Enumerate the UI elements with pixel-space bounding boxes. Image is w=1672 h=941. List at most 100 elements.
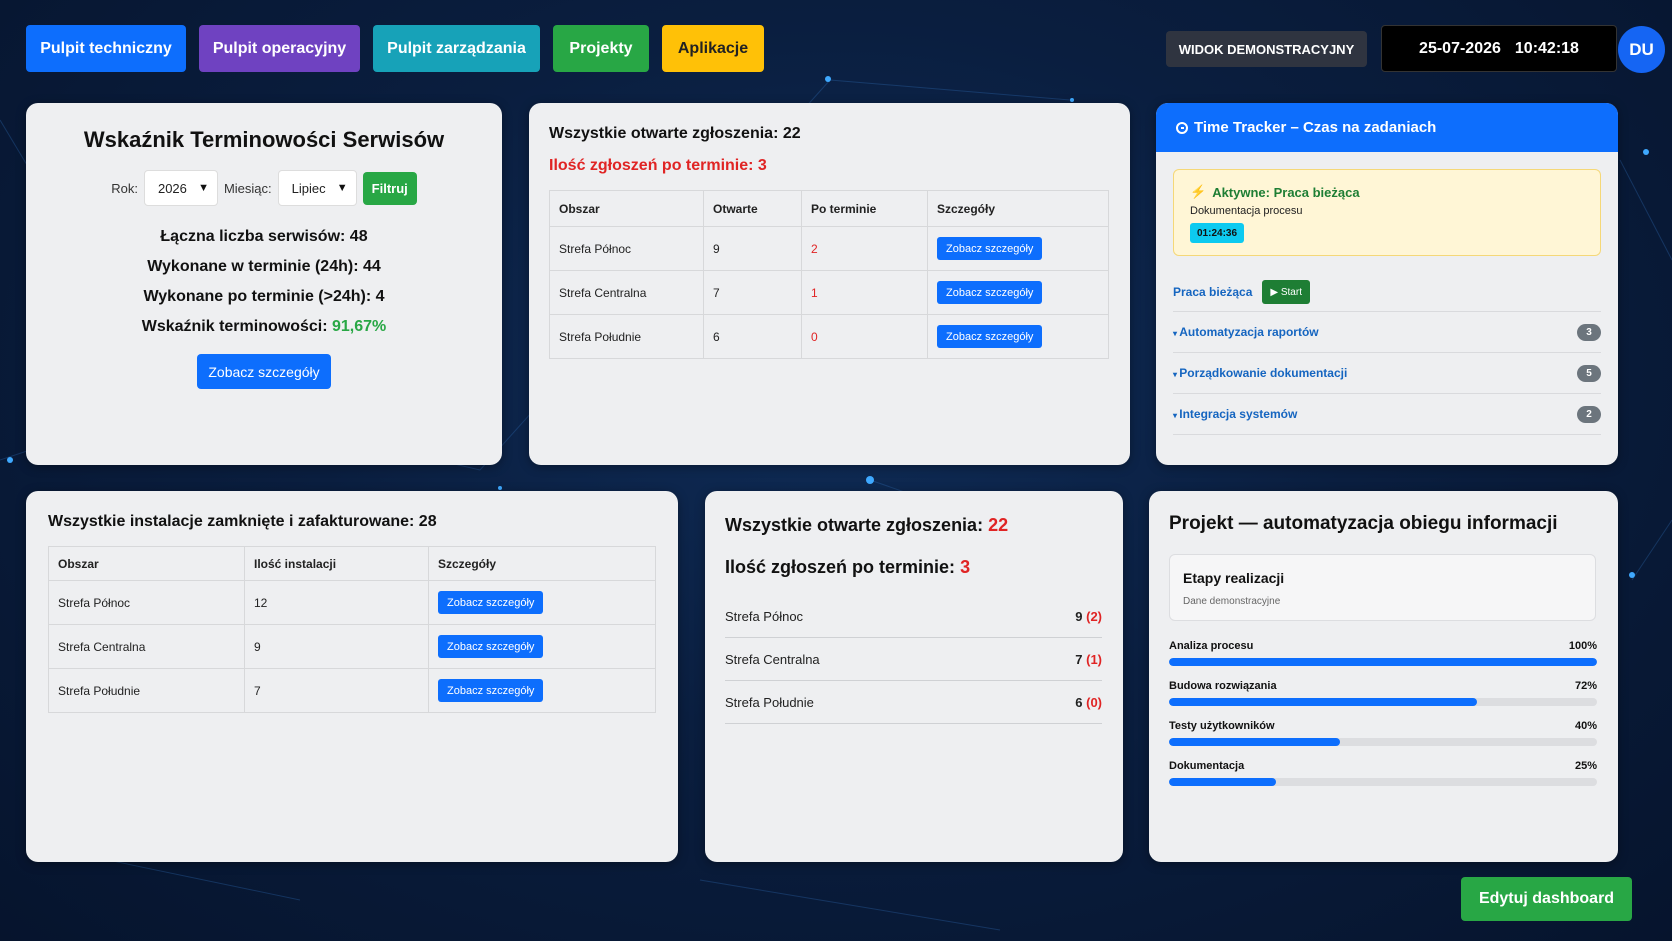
- active-task-sub: Dokumentacja procesu: [1190, 205, 1303, 217]
- total-services: Łączna liczba serwisów: 48: [160, 228, 368, 245]
- clock-icon: [1176, 121, 1188, 134]
- current-work-link[interactable]: Praca bieżąca: [1173, 285, 1252, 299]
- cell-open: 7: [703, 270, 802, 315]
- area-name: Strefa Centralna: [725, 651, 820, 667]
- col-header-count: Ilość instalacji: [244, 546, 429, 581]
- month-select[interactable]: Lipiec ▼: [277, 170, 357, 206]
- details-button[interactable]: Zobacz szczegóły: [937, 325, 1043, 348]
- open-count: 9: [1075, 608, 1083, 624]
- installations-title: Wszystkie instalacje zamknięte i zafaktu…: [48, 513, 437, 530]
- stage-label: Analiza procesu 100%: [1169, 640, 1597, 652]
- cell-overdue: 2: [801, 226, 928, 271]
- col-header-area: Obszar: [48, 546, 245, 581]
- datetime-display: 25-07-2026 10:42:18: [1381, 25, 1617, 72]
- stage-percent: 72%: [1574, 680, 1597, 692]
- table-row: Strefa Południe 6 0 Zobacz szczegóły: [549, 314, 1109, 359]
- task-name: Automatyzacja raportów: [1179, 325, 1319, 339]
- active-task-label: Aktywne: Praca bieżąca: [1212, 184, 1360, 200]
- filter-button[interactable]: Filtruj: [362, 171, 417, 205]
- user-avatar[interactable]: DU: [1618, 26, 1665, 73]
- month-value: Lipiec: [291, 180, 326, 196]
- nav-aplikacje[interactable]: Aplikacje: [662, 25, 764, 72]
- time-tracker-card: Time Tracker – Czas na zadaniach ⚡ Aktyw…: [1156, 103, 1618, 465]
- cell-open: 9: [703, 226, 802, 271]
- details-button[interactable]: Zobacz szczegóły: [438, 679, 544, 702]
- cell-count: 9: [244, 624, 429, 669]
- task-name: Porządkowanie dokumentacji: [1179, 366, 1348, 380]
- table-row: Strefa Centralna 7 1 Zobacz szczegóły: [549, 270, 1109, 315]
- project-title: Projekt — automatyzacja obiegu informacj…: [1169, 513, 1558, 534]
- progress-bar: [1169, 738, 1597, 746]
- time-text: 10:42:18: [1514, 39, 1579, 57]
- open-tickets-card: Wszystkie otwarte zgłoszenia: 22 Ilość z…: [529, 103, 1130, 465]
- open-count: 6: [1075, 694, 1083, 710]
- cell-area: Strefa Północ: [549, 226, 704, 271]
- overdue-tickets-title: Ilość zgłoszeń po terminie: 3: [549, 157, 767, 174]
- details-button[interactable]: Zobacz szczegóły: [438, 591, 544, 614]
- details-button[interactable]: Zobacz szczegóły: [937, 237, 1043, 260]
- open-tickets-title: Wszystkie otwarte zgłoszenia: 22: [549, 125, 801, 142]
- table-row: Strefa Południe 7 Zobacz szczegóły: [48, 668, 656, 713]
- details-button[interactable]: Zobacz szczegóły: [937, 281, 1043, 304]
- stages-title: Etapy realizacji: [1183, 570, 1285, 586]
- area-name: Strefa Południe: [725, 694, 814, 710]
- chevron-down-icon: ▼: [336, 182, 348, 194]
- table-row: Strefa Północ 9 2 Zobacz szczegóły: [549, 226, 1109, 271]
- progress-bar: [1169, 658, 1597, 666]
- task-row[interactable]: ▾ Automatyzacja raportów 3: [1173, 312, 1601, 353]
- table-row: Strefa Centralna 9 Zobacz szczegóły: [48, 624, 656, 669]
- installations-table: Obszar Ilość instalacji Szczegóły Strefa…: [48, 546, 656, 713]
- cell-area: Strefa Południe: [549, 314, 704, 359]
- year-value: 2026: [157, 180, 187, 196]
- edit-dashboard-button[interactable]: Edytuj dashboard: [1461, 877, 1632, 921]
- month-label: Miesiąc:: [223, 180, 272, 196]
- task-row[interactable]: ▾ Porządkowanie dokumentacji 5: [1173, 353, 1601, 394]
- stage-name: Budowa rozwiązania: [1169, 680, 1277, 692]
- open-summary-card: Wszystkie otwarte zgłoszenia: 22 Ilość z…: [705, 491, 1123, 862]
- overdue-count: (0): [1086, 694, 1102, 710]
- progress-bar: [1169, 698, 1597, 706]
- details-button[interactable]: Zobacz szczegóły: [438, 635, 544, 658]
- start-button[interactable]: ▶ Start: [1262, 280, 1310, 304]
- col-header-area: Obszar: [549, 190, 704, 227]
- col-header-details: Szczegóły: [927, 190, 1109, 227]
- list-item: Strefa Południe 6 (0): [725, 681, 1102, 724]
- year-select[interactable]: 2026 ▼: [143, 170, 218, 206]
- nav-pulpit-operacyjny[interactable]: Pulpit operacyjny: [199, 25, 360, 72]
- cell-area: Strefa Centralna: [48, 624, 245, 669]
- task-count-badge: 3: [1577, 323, 1601, 341]
- active-task-timer: 01:24:36: [1190, 223, 1245, 243]
- overdue-summary-value: 3: [960, 557, 971, 577]
- timeliness-filter: Rok: 2026 ▼ Miesiąc: Lipiec ▼ Filtruj: [26, 170, 502, 206]
- open-tickets-table: Obszar Otwarte Po terminie Szczegóły Str…: [549, 190, 1109, 359]
- area-name: Strefa Północ: [725, 608, 804, 624]
- nav-pulpit-zarzadzania[interactable]: Pulpit zarządzania: [373, 25, 540, 72]
- task-row[interactable]: ▾ Integracja systemów 2: [1173, 394, 1601, 435]
- cell-overdue: 1: [801, 270, 928, 315]
- stage-label: Testy użytkowników 40%: [1169, 720, 1597, 732]
- stages-box: Etapy realizacji Dane demonstracyjne: [1169, 554, 1596, 621]
- cell-overdue: 0: [801, 314, 928, 359]
- cell-count: 12: [244, 580, 429, 625]
- cell-area: Strefa Południe: [48, 668, 245, 713]
- timeliness-details-button[interactable]: Zobacz szczegóły: [197, 354, 331, 389]
- on-time-services: Wykonane w terminie (24h): 44: [147, 258, 381, 275]
- task-count-badge: 5: [1577, 364, 1601, 382]
- nav-pulpit-techniczny[interactable]: Pulpit techniczny: [26, 25, 186, 72]
- progress-fill: [1169, 738, 1341, 746]
- overdue-count: (1): [1086, 651, 1102, 667]
- open-summary-value: 22: [988, 515, 1009, 535]
- stage-percent: 25%: [1574, 760, 1597, 772]
- col-header-open: Otwarte: [703, 190, 802, 227]
- stage-label: Budowa rozwiązania 72%: [1169, 680, 1597, 692]
- nav-projekty[interactable]: Projekty: [553, 25, 649, 72]
- project-card: Projekt — automatyzacja obiegu informacj…: [1149, 491, 1618, 862]
- progress-bar: [1169, 778, 1597, 786]
- overdue-summary-title: Ilość zgłoszeń po terminie: 3: [725, 557, 970, 578]
- task-name: Integracja systemów: [1179, 407, 1298, 421]
- chevron-down-icon: ▼: [198, 182, 209, 194]
- ratio-value: 91,67%: [332, 318, 387, 335]
- stage-percent: 100%: [1568, 640, 1597, 652]
- stage-label: Dokumentacja 25%: [1169, 760, 1597, 772]
- timeliness-card: Wskaźnik Terminowości Serwisów Rok: 2026…: [26, 103, 502, 465]
